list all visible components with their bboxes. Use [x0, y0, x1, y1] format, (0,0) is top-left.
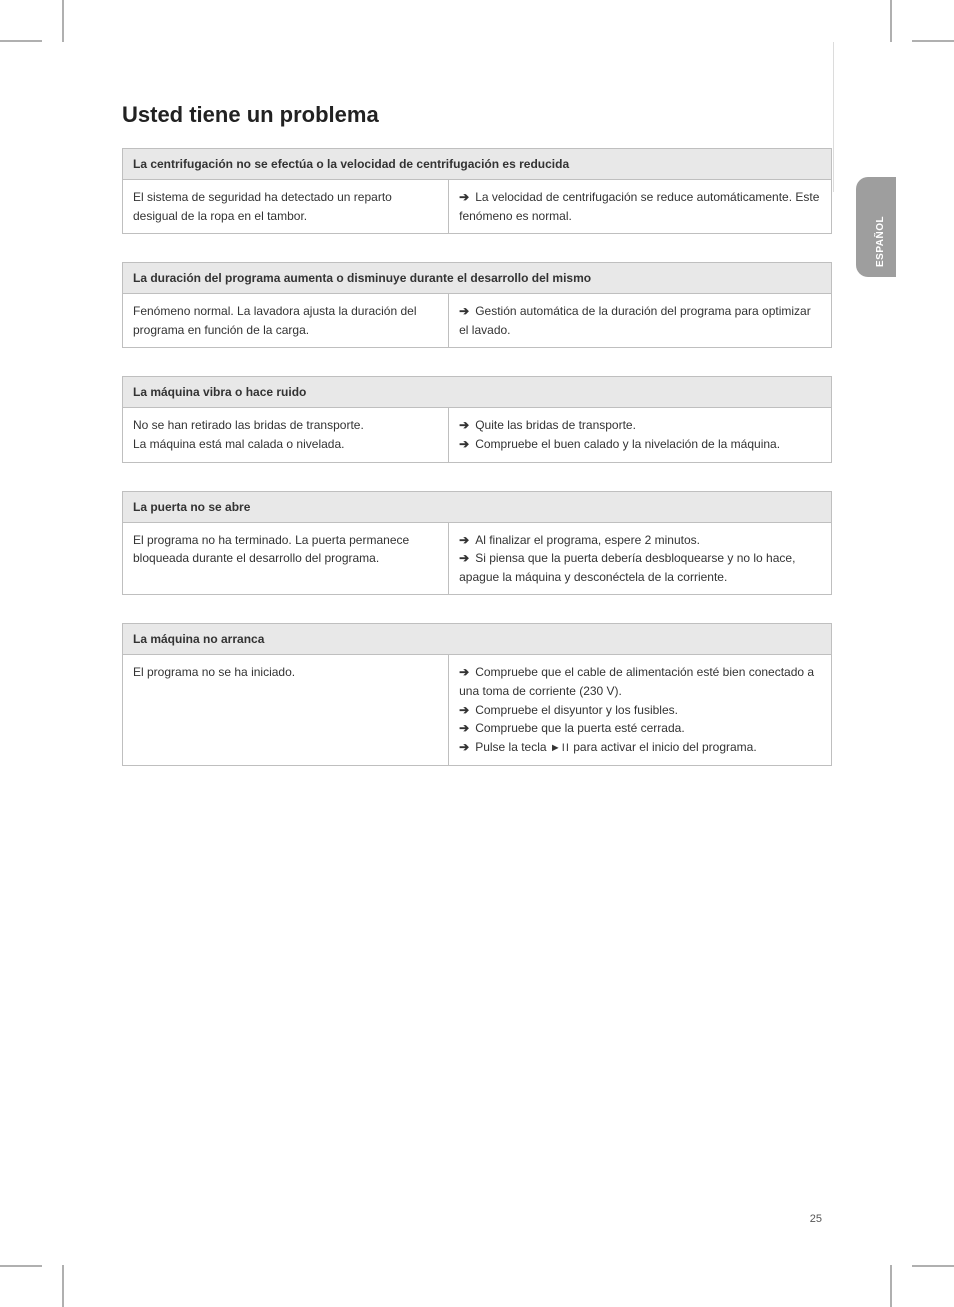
table-header: La máquina no arranca: [123, 624, 832, 655]
trouble-table-2: La duración del programa aumenta o dismi…: [122, 262, 832, 348]
arrow-icon: ➔: [459, 549, 475, 568]
table-row: No se han retirado las bridas de transpo…: [123, 408, 832, 462]
trouble-table-5: La máquina no arranca El programa no se …: [122, 623, 832, 765]
language-tab-label: ESPAÑOL: [865, 177, 896, 277]
trouble-table-4: La puerta no se abre El programa no ha t…: [122, 491, 832, 596]
crop-mark: [912, 1265, 954, 1267]
language-tab: ESPAÑOL: [856, 177, 896, 277]
fix-cell: ➔La velocidad de centrifugación se reduc…: [449, 180, 832, 234]
crop-mark: [0, 1265, 42, 1267]
fix-text: Pulse la tecla ►II para activar el inici…: [475, 740, 756, 754]
fix-cell: ➔Al finalizar el programa, espere 2 minu…: [449, 522, 832, 595]
fix-text: Gestión automática de la duración del pr…: [459, 304, 811, 337]
crop-mark: [0, 40, 42, 42]
crop-mark: [62, 1265, 64, 1307]
crop-mark: [912, 40, 954, 42]
document-page: ESPAÑOL Usted tiene un problema La centr…: [62, 42, 892, 1265]
trouble-table-3: La máquina vibra o hace ruido No se han …: [122, 376, 832, 462]
page-number: 25: [810, 1213, 822, 1225]
crop-mark: [890, 1265, 892, 1307]
crop-mark: [62, 0, 64, 42]
table-header: La puerta no se abre: [123, 491, 832, 522]
table-row: Fenómeno normal. La lavadora ajusta la d…: [123, 294, 832, 348]
arrow-icon: ➔: [459, 435, 475, 454]
fix-cell: ➔Compruebe que el cable de alimentación …: [449, 655, 832, 765]
arrow-icon: ➔: [459, 738, 475, 757]
fix-text-1: Quite las bridas de transporte.: [475, 418, 636, 432]
fix-text: La velocidad de centrifugación se reduce…: [459, 190, 819, 223]
fix-cell: ➔Quite las bridas de transporte.➔Comprue…: [449, 408, 832, 462]
arrow-icon: ➔: [459, 701, 475, 720]
fix-text: Compruebe que el cable de alimentación e…: [459, 665, 814, 698]
cause-cell: El programa no ha terminado. La puerta p…: [123, 522, 449, 595]
fix-text: Compruebe el disyuntor y los fusibles.: [475, 703, 678, 717]
play-pause-icon: ►II: [550, 740, 570, 757]
table-header: La duración del programa aumenta o dismi…: [123, 263, 832, 294]
fix-cell: ➔Gestión automática de la duración del p…: [449, 294, 832, 348]
table-header: La centrifugación no se efectúa o la vel…: [123, 149, 832, 180]
table-row: El programa no se ha iniciado. ➔Comprueb…: [123, 655, 832, 765]
arrow-icon: ➔: [459, 719, 475, 738]
table-row: El sistema de seguridad ha detectado un …: [123, 180, 832, 234]
fix-text-1: Al finalizar el programa, espere 2 minut…: [475, 533, 700, 547]
table-header: La máquina vibra o hace ruido: [123, 377, 832, 408]
fix-text-2: Compruebe el buen calado y la nivelación…: [475, 437, 780, 451]
cause-cell: El programa no se ha iniciado.: [123, 655, 449, 765]
arrow-icon: ➔: [459, 302, 475, 321]
arrow-icon: ➔: [459, 531, 475, 550]
fix-text: Compruebe que la puerta esté cerrada.: [475, 721, 684, 735]
cause-cell: No se han retirado las bridas de transpo…: [123, 408, 449, 462]
table-row: El programa no ha terminado. La puerta p…: [123, 522, 832, 595]
trouble-table-1: La centrifugación no se efectúa o la vel…: [122, 148, 832, 234]
cause-cell: Fenómeno normal. La lavadora ajusta la d…: [123, 294, 449, 348]
arrow-icon: ➔: [459, 663, 475, 682]
crop-mark: [890, 0, 892, 42]
arrow-icon: ➔: [459, 416, 475, 435]
arrow-icon: ➔: [459, 188, 475, 207]
fix-text-2: Si piensa que la puerta debería desbloqu…: [459, 551, 795, 584]
cause-cell: El sistema de seguridad ha detectado un …: [123, 180, 449, 234]
page-title: Usted tiene un problema: [122, 102, 832, 128]
